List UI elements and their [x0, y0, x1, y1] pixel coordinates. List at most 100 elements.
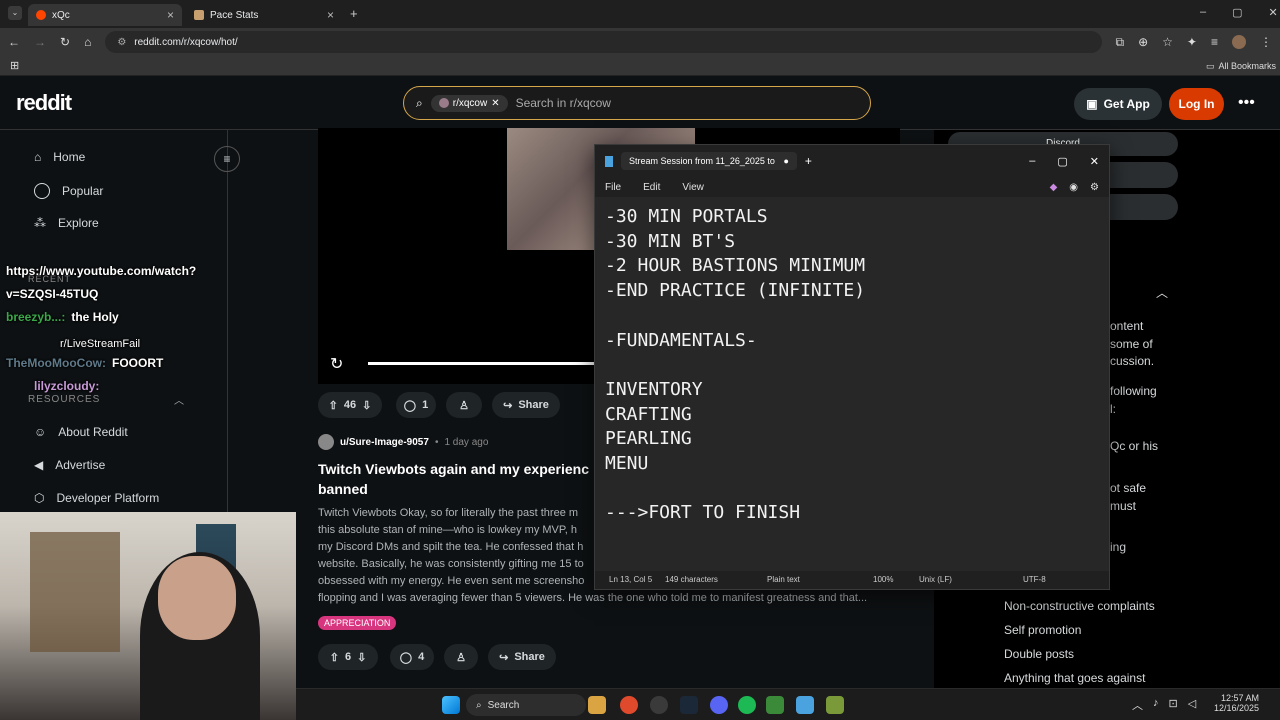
apps-grid-icon[interactable]: ⊞	[10, 59, 19, 72]
reload-icon[interactable]: ↻	[60, 35, 70, 49]
downvote-icon[interactable]: ⇩	[362, 399, 371, 412]
collapse-chevron-icon[interactable]: ︿	[174, 392, 184, 407]
more-options-icon[interactable]: •••	[1238, 94, 1255, 112]
taskbar-search[interactable]: ⌕ Search	[466, 694, 586, 716]
user-avatar[interactable]	[318, 434, 334, 450]
menu-file[interactable]: File	[605, 182, 621, 193]
all-bookmarks-button[interactable]: ▭ All Bookmarks	[1206, 61, 1276, 72]
post-title-line2[interactable]: banned	[318, 479, 368, 499]
mic-icon[interactable]: ♪	[1153, 697, 1159, 713]
minimize-icon[interactable]: –	[1200, 6, 1206, 19]
comments-button[interactable]: ◯ 1	[396, 392, 436, 418]
bookmark-star-icon[interactable]: ☆	[1162, 35, 1173, 49]
nav-home[interactable]: ⌂ Home	[34, 150, 85, 164]
nav-explore[interactable]: ⁂ Explore	[34, 216, 99, 230]
zoom-level[interactable]: 100%	[873, 575, 893, 584]
profile-avatar[interactable]	[1232, 35, 1246, 49]
volume-icon[interactable]: ◁	[1188, 697, 1196, 713]
back-icon[interactable]: ←	[8, 35, 20, 49]
notepad-taskbar-icon[interactable]	[796, 696, 814, 714]
app-icon[interactable]	[650, 696, 668, 714]
tab-xqc[interactable]: xQc ×	[28, 4, 182, 26]
maximize-icon[interactable]: ▢	[1232, 6, 1242, 19]
all-bookmarks-label: All Bookmarks	[1218, 61, 1277, 71]
notepad-editor[interactable]: -30 MIN PORTALS -30 MIN BT'S -2 HOUR BAS…	[605, 205, 865, 526]
replay-icon[interactable]: ↻	[330, 354, 343, 374]
developer-icon: ⬡	[34, 491, 45, 505]
subreddit-chip[interactable]: r/xqcow ✕	[430, 94, 508, 112]
award-button[interactable]: ♙	[446, 392, 482, 418]
upvote-icon[interactable]: ⇧	[329, 399, 338, 412]
zoom-icon[interactable]: ⊕	[1138, 35, 1148, 49]
new-tab-icon[interactable]: +	[805, 154, 812, 168]
tab-pace-stats[interactable]: Pace Stats ×	[186, 4, 342, 26]
unsaved-dot-icon: ●	[783, 156, 789, 166]
maximize-icon[interactable]: ▢	[1057, 155, 1067, 168]
search-input[interactable]: Search in r/xqcow	[516, 96, 611, 110]
comments-button[interactable]: ◯ 4	[390, 644, 434, 670]
start-icon[interactable]	[442, 696, 460, 714]
left-nav: ≡ ⌂ Home Popular ⁂ Explore RECENT RESOUR…	[0, 130, 240, 520]
clock[interactable]: 12:57 AM 12/16/2025	[1214, 693, 1259, 713]
forward-icon[interactable]: →	[34, 35, 46, 49]
post-flair[interactable]: APPRECIATION	[318, 616, 397, 630]
spotify-icon[interactable]	[738, 696, 756, 714]
share-button[interactable]: ↪ Share	[492, 392, 560, 418]
comment-count: 4	[418, 651, 425, 663]
share-button[interactable]: ↪ Share	[488, 644, 556, 670]
upvote-icon[interactable]: ⇧	[330, 651, 339, 664]
rule-item[interactable]: Double posts	[1004, 647, 1074, 661]
settings-gear-icon[interactable]: ⚙	[1090, 182, 1099, 193]
media-icon[interactable]: ≡	[1211, 35, 1218, 49]
post-title-line1[interactable]: Twitch Viewbots again and my experienc	[318, 459, 589, 479]
collapse-chevron-icon[interactable]: ︿	[1156, 284, 1168, 301]
downvote-icon[interactable]: ⇩	[357, 651, 366, 664]
rule-item[interactable]: Anything that goes against	[1004, 671, 1145, 685]
nav-advertise[interactable]: ◀ Advertise	[34, 458, 105, 472]
rule-item[interactable]: Self promotion	[1004, 623, 1081, 637]
chip-remove-icon[interactable]: ✕	[491, 98, 499, 109]
url-field[interactable]: ⚙ reddit.com/r/xqcow/hot/	[105, 31, 1102, 53]
video-progress-bar[interactable]	[368, 362, 594, 365]
hamburger-menu-icon[interactable]: ≡	[214, 146, 240, 172]
copilot-icon[interactable]: ◆	[1050, 182, 1058, 193]
get-app-button[interactable]: ▣ Get App	[1074, 88, 1162, 120]
nav-developer-platform[interactable]: ⬡ Developer Platform	[34, 491, 159, 505]
close-window-icon[interactable]: ✕	[1269, 6, 1278, 19]
nav-about-reddit[interactable]: ☺ About Reddit	[34, 425, 128, 439]
vote-button[interactable]: ⇧ 6 ⇩	[318, 644, 378, 670]
tab-search-button[interactable]: ⌄	[8, 6, 22, 20]
search-icon: ⌕	[476, 699, 482, 711]
home-icon[interactable]: ⌂	[84, 35, 91, 49]
steam-icon[interactable]	[680, 696, 698, 714]
extensions-icon[interactable]: ✦	[1187, 35, 1197, 49]
site-info-icon[interactable]: ⚙	[117, 37, 126, 48]
browser-menu-icon[interactable]: ⋮	[1260, 35, 1272, 49]
close-tab-icon[interactable]: ×	[327, 8, 334, 22]
new-tab-icon[interactable]: +	[350, 6, 358, 21]
chevron-up-icon[interactable]: ︿	[1132, 697, 1143, 713]
menu-edit[interactable]: Edit	[643, 182, 660, 193]
app-icon[interactable]	[588, 696, 606, 714]
app-icon[interactable]	[766, 696, 784, 714]
notepad-tab[interactable]: Stream Session from 11_26_2025 to ●	[621, 152, 797, 170]
login-button[interactable]: Log In	[1169, 88, 1224, 120]
award-button[interactable]: ♙	[444, 644, 478, 670]
close-tab-icon[interactable]: ×	[167, 8, 174, 22]
chrome-icon[interactable]	[620, 696, 638, 714]
cast-icon[interactable]: ⧉	[1116, 35, 1125, 50]
post-author[interactable]: u/Sure-Image-9057	[340, 437, 429, 448]
network-icon[interactable]: ⊡	[1169, 697, 1178, 713]
discord-icon[interactable]	[710, 696, 728, 714]
reddit-logo[interactable]: reddit	[16, 90, 72, 116]
vote-button[interactable]: ⇧ 46 ⇩	[318, 392, 382, 418]
minecraft-icon[interactable]	[826, 696, 844, 714]
search-box[interactable]: ⌕ r/xqcow ✕ Search in r/xqcow	[403, 86, 871, 120]
close-window-icon[interactable]: ✕	[1090, 155, 1099, 168]
menu-view[interactable]: View	[682, 182, 704, 193]
tab-label: Pace Stats	[210, 9, 259, 21]
rule-item[interactable]: Non-constructive complaints	[1004, 599, 1155, 613]
nav-popular[interactable]: Popular	[34, 183, 103, 199]
account-icon[interactable]: ◉	[1069, 182, 1078, 193]
minimize-icon[interactable]: –	[1029, 155, 1035, 168]
